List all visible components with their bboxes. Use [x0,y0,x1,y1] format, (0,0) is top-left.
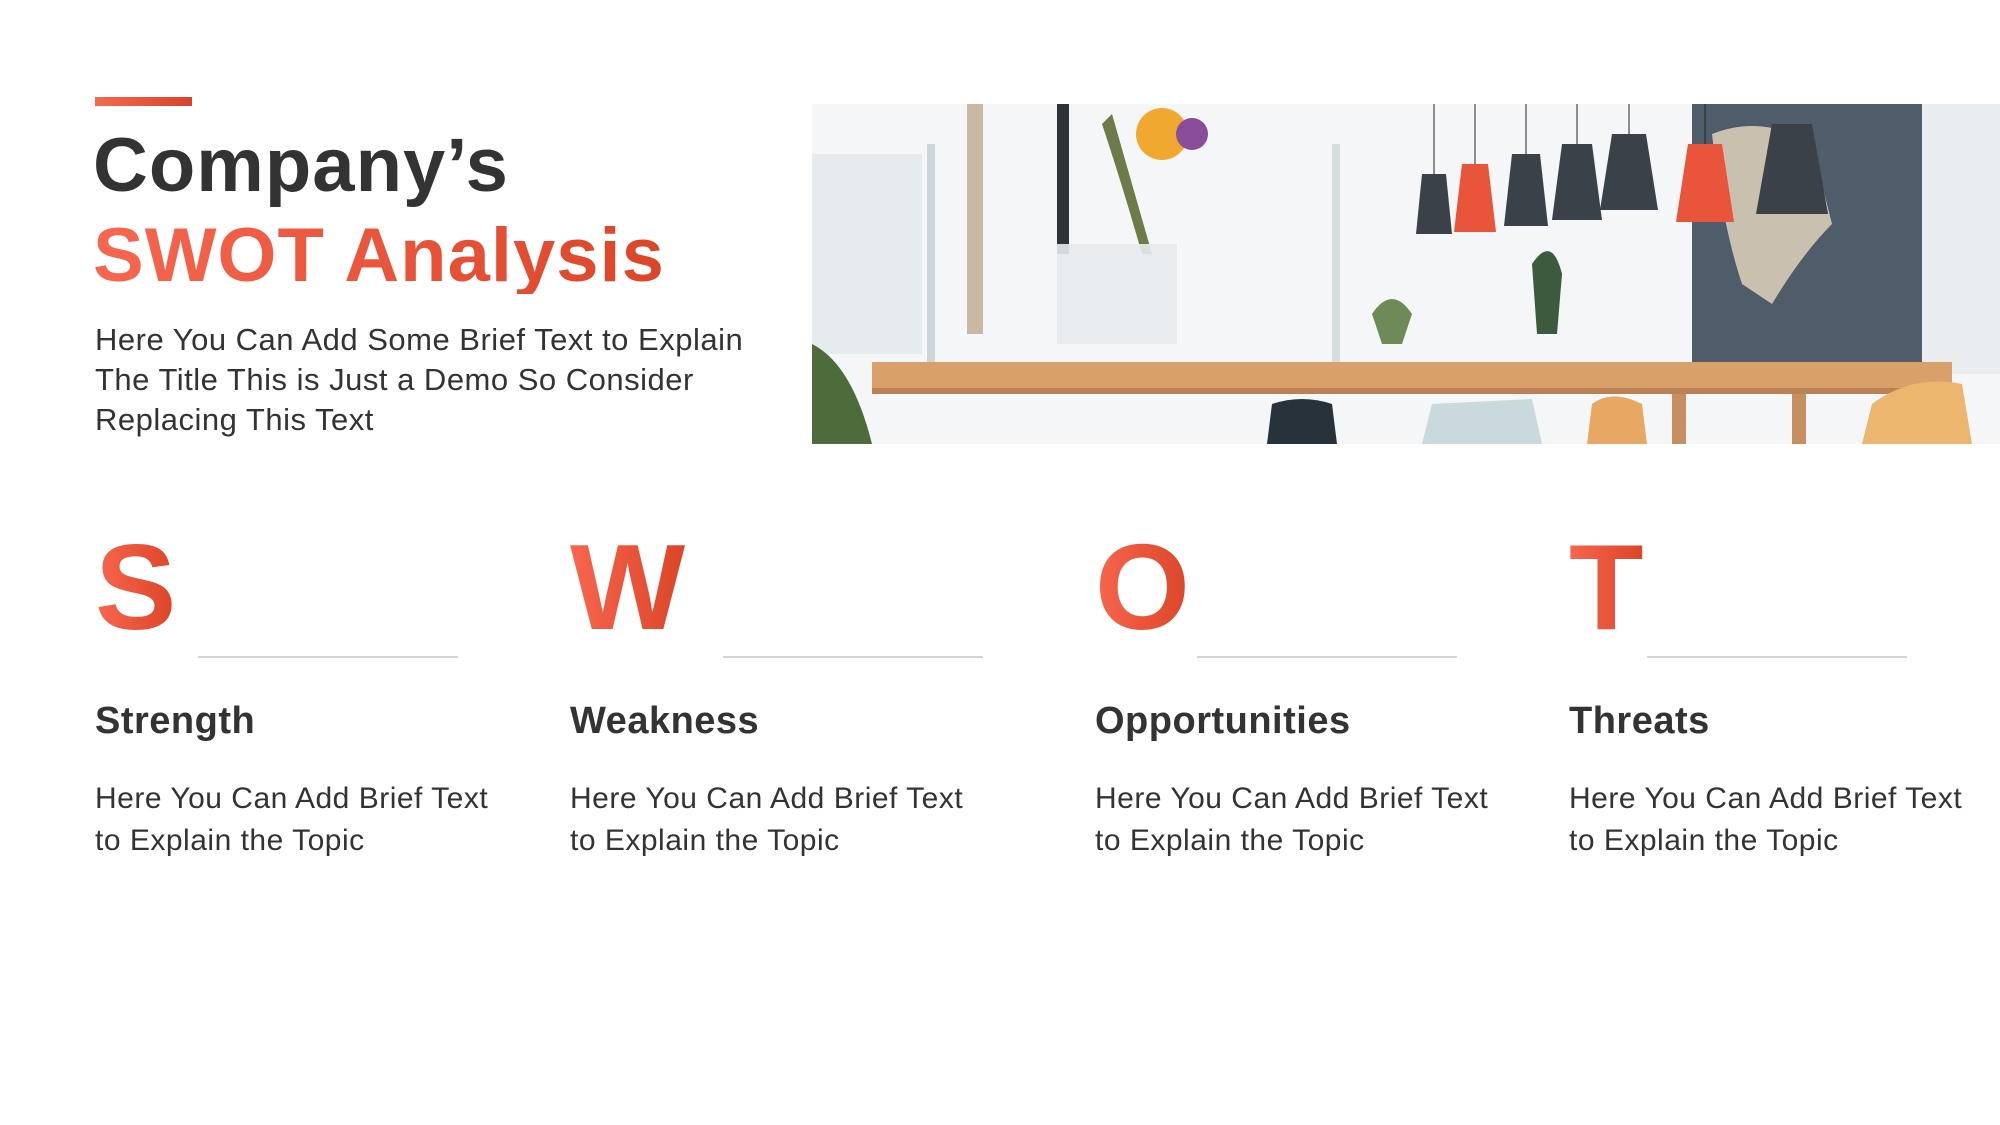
swot-heading: Threats [1569,700,1710,742]
swot-heading: Opportunities [1095,700,1351,742]
swot-letter: S [95,519,177,655]
swot-heading: Strength [95,700,256,742]
accent-bar [95,97,192,106]
swot-text: Here You Can Add Brief Text to Explain t… [95,782,489,857]
swot-letter: O [1095,519,1190,655]
swot-heading: Weakness [570,700,760,742]
divider [1647,656,1907,658]
cafe-photo [812,104,2000,444]
swot-text: Here You Can Add Brief Text to Explain t… [1569,782,1963,857]
swot-text: Here You Can Add Brief Text to Explain t… [1095,782,1489,857]
title-line-2: SWOT Analysis [93,213,665,298]
intro-text: Here You Can Add Some Brief Text to Expl… [95,322,744,437]
swot-letter: W [570,519,686,655]
swot-letter: T [1569,519,1644,655]
cafe-photo-illustration [812,104,2000,444]
swot-text: Here You Can Add Brief Text to Explain t… [570,782,964,857]
title-line-1: Company’s [93,123,509,208]
divider [1197,656,1457,658]
divider [723,656,983,658]
divider [198,656,458,658]
